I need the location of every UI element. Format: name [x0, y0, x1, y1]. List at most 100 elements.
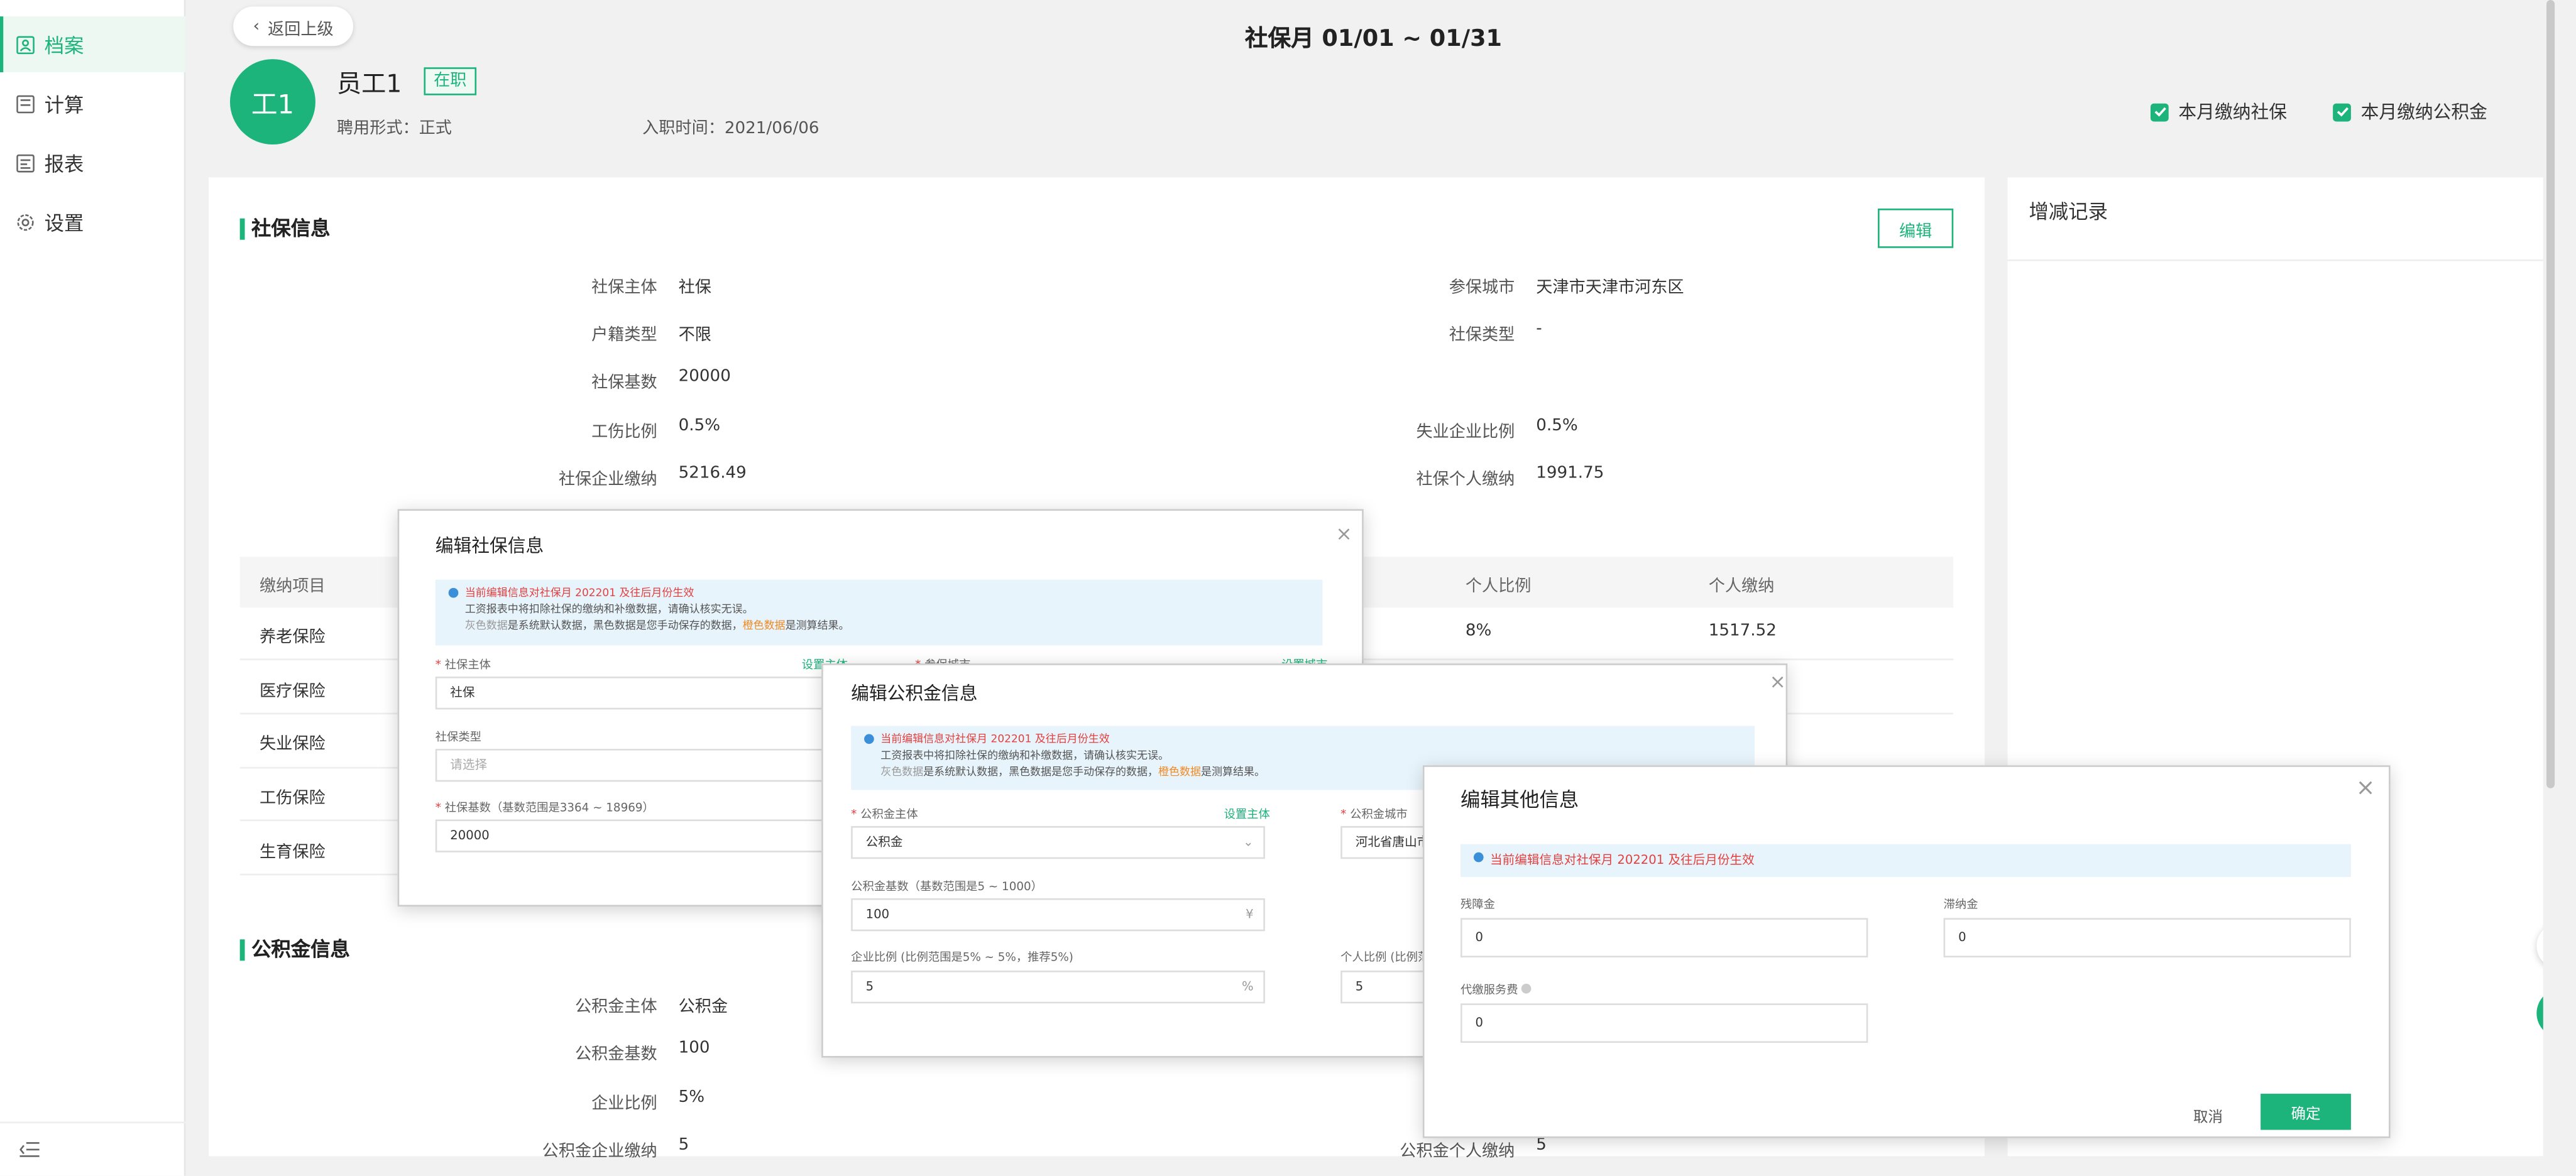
late-fee-input[interactable]: 0 [1943, 918, 2351, 958]
legend-orange: 橙色数据 [742, 619, 786, 633]
change-record-title: 增减记录 [2029, 200, 2108, 224]
type-label: 社保类型 [435, 731, 481, 744]
table-cell: 医疗保险 [260, 683, 326, 702]
edit-button[interactable]: 编辑 [1878, 209, 1954, 248]
chevron-down-icon: ⌄ [1243, 834, 1254, 849]
avatar: 工1 [229, 59, 315, 145]
field-label: 社保个人缴纳 [1416, 471, 1515, 490]
field-value: 5% [678, 1089, 705, 1107]
base-label: * 社保基数（基数范围是3364 ~ 18969） [435, 801, 654, 815]
field-value: 5 [678, 1136, 689, 1155]
legend-text: 是测算结果。 [1200, 765, 1265, 779]
hire-date: 入职时间：2021/06/06 [642, 119, 819, 138]
field-label: 社保类型 [1449, 327, 1515, 345]
corp-ratio-label: 企业比例 (比例范围是5% ~ 5%，推荐5%) [851, 950, 1073, 964]
notice-warning: 当前编辑信息对社保月 202201 及往后月份生效 [1490, 852, 1755, 868]
page-title: 社保月 01/01 ~ 01/31 [1244, 26, 1503, 53]
field-label: 社保企业缴纳 [558, 471, 657, 490]
sidebar-item-label: 设置 [44, 210, 84, 234]
close-icon[interactable]: × [1769, 670, 1785, 694]
notice-box: 当前编辑信息对社保月 202201 及往后月份生效 [1461, 844, 2351, 877]
collapse-sidebar-button[interactable] [0, 1121, 186, 1175]
field-label: 社保基数 [591, 374, 657, 393]
calculator-icon [16, 94, 35, 113]
field-value: - [1536, 320, 1542, 339]
entity-select[interactable]: 社保 [435, 677, 847, 710]
profile-icon [16, 35, 35, 53]
field-label: 公积金主体 [574, 998, 657, 1017]
close-icon[interactable]: × [1335, 522, 1352, 545]
disability-input[interactable]: 0 [1461, 918, 1868, 958]
social-checkbox-label: 本月缴纳社保 [2178, 102, 2287, 124]
column-header: 个人比例 [1465, 578, 1532, 596]
disability-label: 残障金 [1461, 898, 1495, 912]
field-value: 公积金 [678, 998, 728, 1017]
table-cell: 工伤保险 [260, 790, 326, 808]
fund-checkbox[interactable]: 本月缴纳公积金 [2333, 99, 2487, 125]
notice-warning: 当前编辑信息对社保月 202201 及往后月份生效 [880, 732, 1110, 746]
notice-warning: 当前编辑信息对社保月 202201 及往后月份生效 [464, 586, 694, 600]
confirm-button[interactable]: 确定 [2261, 1094, 2351, 1130]
field-value: 1991.75 [1536, 464, 1604, 483]
set-entity-link[interactable]: 设置主体 [1224, 807, 1270, 823]
city-label: * 公积金城市 [1340, 808, 1408, 822]
info-icon [448, 587, 459, 598]
field-label: 户籍类型 [591, 327, 657, 345]
divider [2007, 259, 2543, 261]
field-value: 100 [678, 1039, 710, 1058]
field-label: 参保城市 [1449, 279, 1515, 298]
sidebar-item-settings[interactable]: 设置 [0, 193, 185, 249]
type-select[interactable]: 请选择 [435, 749, 847, 782]
notice-text: 工资报表中将扣除社保的缴纳和补缴数据，请确认核实无误。 [880, 749, 1170, 762]
legend-gray: 灰色数据 [880, 765, 924, 779]
edit-other-dialog: 编辑其他信息 × 当前编辑信息对社保月 202201 及往后月份生效 残障金 0… [1422, 765, 2391, 1138]
field-value: 5216.49 [678, 464, 747, 483]
agency-fee-input[interactable]: 0 [1461, 1003, 1868, 1043]
back-button[interactable]: ‹ 返回上级 [233, 6, 354, 46]
field-value: 5 [1536, 1136, 1547, 1155]
social-checkbox[interactable]: 本月缴纳社保 [2150, 99, 2287, 125]
legend-text: 是测算结果。 [785, 619, 850, 633]
legend-gray: 灰色数据 [464, 619, 508, 633]
sidebar-item-calc[interactable]: 计算 [0, 75, 185, 131]
personal-ratio-label: 个人比例 (比例范 [1340, 950, 1423, 964]
notice-text: 工资报表中将扣除社保的缴纳和补缴数据，请确认核实无误。 [464, 602, 754, 616]
sidebar-item-label: 档案 [44, 33, 84, 57]
field-label: 公积金基数 [574, 1046, 657, 1065]
field-label: 工伤比例 [591, 423, 657, 442]
fund-checkbox-label: 本月缴纳公积金 [2360, 102, 2487, 124]
back-label: 返回上级 [268, 20, 334, 39]
table-cell: 生育保险 [260, 844, 326, 863]
table-cell: 养老保险 [260, 629, 326, 647]
sidebar: 档案 计算 报表 设置 [0, 0, 186, 1176]
sidebar-item-report[interactable]: 报表 [0, 134, 185, 190]
cancel-button[interactable]: 取消 [2193, 1105, 2223, 1126]
table-cell: 1517.52 [1708, 622, 1777, 641]
collapse-icon [19, 1142, 40, 1157]
info-icon [864, 734, 874, 744]
base-input[interactable]: 100 ¥ [851, 898, 1265, 932]
base-label: 公积金基数（基数范围是5 ~ 1000） [851, 880, 1043, 894]
help-icon [1521, 983, 1532, 994]
employee-name: 员工1 [336, 68, 402, 99]
fund-section-title: 公积金信息 [239, 939, 350, 961]
corp-ratio-input[interactable]: 5% [851, 970, 1265, 1004]
table-cell: 失业保险 [260, 736, 326, 754]
legend-text: 是系统默认数据，黑色数据是您手动保存的数据， [507, 619, 743, 633]
field-label: 企业比例 [591, 1095, 657, 1114]
field-value: 不限 [678, 327, 711, 345]
notice-box: 当前编辑信息对社保月 202201 及往后月份生效 工资报表中将扣除社保的缴纳和… [435, 579, 1323, 646]
field-value: 社保 [678, 279, 711, 298]
scrollbar-thumb[interactable] [2546, 0, 2555, 788]
field-label: 社保主体 [591, 279, 657, 298]
entity-select[interactable]: 公积金 ⌄ [851, 825, 1265, 859]
late-fee-label: 滞纳金 [1943, 898, 1978, 912]
base-input[interactable]: 20000 [435, 819, 847, 852]
close-icon[interactable]: × [2356, 775, 2376, 802]
legend-orange: 橙色数据 [1158, 765, 1201, 779]
checkmark-icon [2150, 102, 2169, 121]
employment-type: 聘用形式：正式 [336, 119, 452, 138]
social-section-title: 社保信息 [239, 217, 330, 240]
sidebar-item-archive[interactable]: 档案 [0, 16, 186, 73]
column-header: 缴纳项目 [260, 578, 326, 596]
